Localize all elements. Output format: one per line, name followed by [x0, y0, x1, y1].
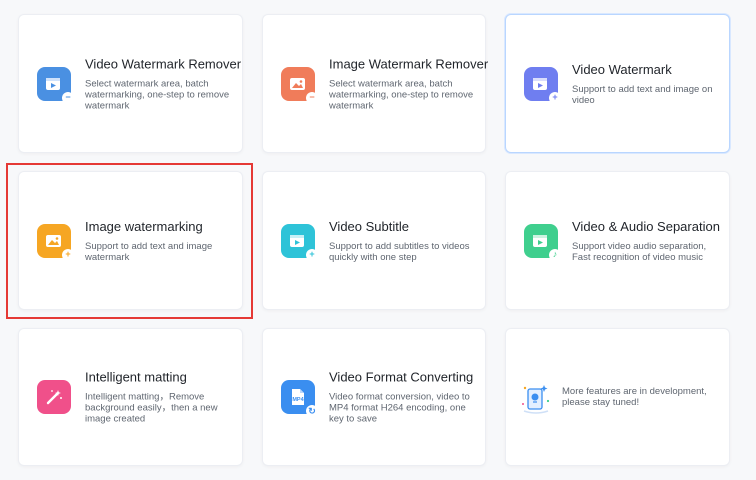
- card-title: Video Watermark Remover: [85, 56, 242, 71]
- card-title: Image watermarking: [85, 218, 203, 234]
- card-title: Intelligent matting: [85, 369, 187, 385]
- card-intelligent-matting[interactable]: Intelligent matting Intelligent matting，…: [18, 328, 243, 466]
- card-description: Select watermark area, batch watermarkin…: [85, 78, 230, 111]
- card-development-notice: More features are in development, please…: [505, 328, 730, 466]
- mp4-format-icon: MP4 ↻: [281, 380, 318, 417]
- card-title: Video Subtitle: [329, 218, 409, 234]
- card-description: Select watermark area, batch watermarkin…: [329, 78, 474, 111]
- feature-grid: − Video Watermark Remover Select waterma…: [0, 0, 756, 480]
- image-remove-icon: −: [281, 66, 318, 104]
- mp4-label: MP4: [292, 397, 304, 403]
- card-title: Video & Audio Separation: [572, 218, 720, 234]
- card-video-watermark[interactable]: + Video Watermark Support to add text an…: [505, 14, 730, 153]
- audio-separation-icon: ♪: [524, 223, 561, 261]
- card-description: Support video audio separation, Fast rec…: [572, 240, 707, 263]
- card-description: Support to add subtitles to videos quick…: [329, 240, 470, 263]
- card-video-watermark-remover[interactable]: − Video Watermark Remover Select waterma…: [18, 14, 243, 153]
- card-description: Video format conversion, video to MP4 fo…: [329, 391, 470, 425]
- development-message: More features are in development, please…: [562, 386, 707, 408]
- card-image-watermarking[interactable]: + Image watermarking Support to add text…: [18, 171, 243, 310]
- video-watermark-icon: +: [524, 66, 561, 104]
- video-remove-icon: −: [37, 66, 74, 104]
- card-video-format-converting[interactable]: MP4 ↻ Video Format Converting Video form…: [262, 328, 486, 466]
- video-subtitle-icon: +: [281, 223, 318, 261]
- image-watermark-icon: +: [37, 223, 74, 261]
- card-video-subtitle[interactable]: + Video Subtitle Support to add subtitle…: [262, 171, 486, 310]
- development-icon: [516, 377, 556, 417]
- card-description: Intelligent matting，Remove background ea…: [85, 391, 218, 425]
- magic-wand-icon: [37, 380, 71, 414]
- card-description: Support to add text and image on video: [572, 83, 713, 106]
- card-description: Support to add text and image watermark: [85, 240, 213, 263]
- card-title: Image Watermark Remover: [329, 56, 489, 71]
- card-video-audio-separation[interactable]: ♪ Video & Audio Separation Support video…: [505, 171, 730, 310]
- card-image-watermark-remover[interactable]: − Image Watermark Remover Select waterma…: [262, 14, 489, 153]
- card-title: Video Format Converting: [329, 369, 474, 385]
- card-title: Video Watermark: [572, 61, 672, 77]
